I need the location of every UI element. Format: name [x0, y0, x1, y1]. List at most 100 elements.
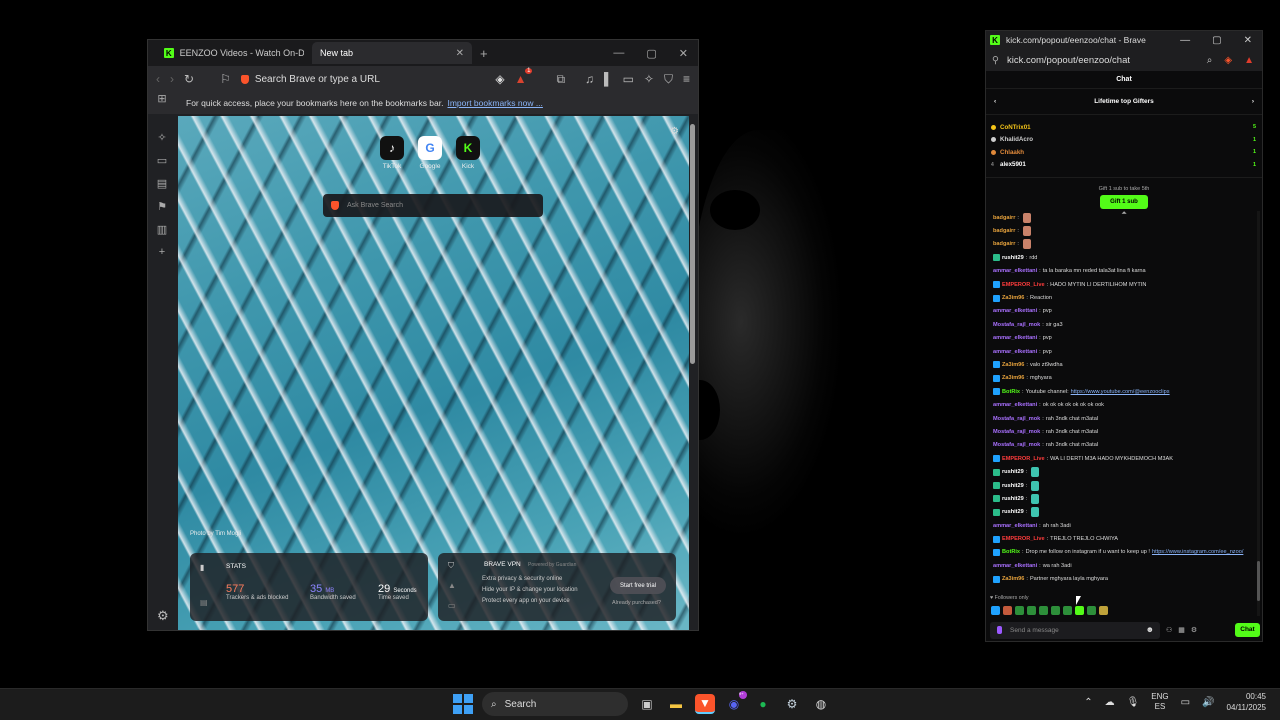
chat-username[interactable]: badgairr — [993, 215, 1015, 221]
leo-sidebar-icon[interactable]: ✧ — [157, 131, 166, 144]
start-trial-button[interactable]: Start free trial — [610, 577, 666, 594]
chat-username[interactable]: badgairr — [993, 228, 1015, 234]
close-icon[interactable]: ✕ — [679, 47, 688, 60]
chat-username[interactable]: rushit29 — [1002, 509, 1024, 515]
scrollbar[interactable] — [690, 118, 695, 628]
site-settings-icon[interactable]: ⚲ — [992, 55, 999, 66]
chat-username[interactable]: BotRix — [1002, 389, 1020, 395]
clock[interactable]: 00:45 04/11/2025 — [1227, 691, 1266, 713]
emoji-icon[interactable]: ☻ — [1146, 625, 1154, 634]
chat-username[interactable]: Za3im96 — [1002, 295, 1024, 301]
ntp-search-box[interactable]: Ask Brave Search — [323, 194, 543, 217]
chat-username[interactable]: badgairr — [993, 241, 1015, 247]
start-button[interactable] — [453, 694, 473, 714]
chat-username[interactable]: rushit29 — [1002, 483, 1024, 489]
bookmark-icon[interactable]: ⚐ — [220, 72, 231, 86]
emote-icon[interactable] — [1075, 606, 1084, 615]
gifter-name[interactable]: CoNTrix01 — [1000, 124, 1031, 131]
chat-send-button[interactable]: Chat — [1235, 623, 1260, 637]
volume-icon[interactable]: 🔊 — [1202, 697, 1214, 708]
maximize-icon[interactable]: ▢ — [1212, 35, 1221, 46]
chat-settings-icon[interactable]: ⚙ — [1191, 626, 1197, 634]
shortcut-tiktok[interactable]: ♪ TikTok — [380, 136, 404, 170]
language-indicator[interactable]: ENG ES — [1151, 692, 1168, 712]
customize-icon[interactable]: ⚙ — [670, 126, 679, 137]
chat-scrollbar[interactable] — [1257, 211, 1260, 616]
steam-icon[interactable]: ⚙ — [782, 694, 802, 714]
close-tab-icon[interactable]: ✕ — [456, 48, 464, 59]
wallet-sidebar-icon[interactable]: ▤ — [157, 177, 167, 190]
chat-username[interactable]: Mostafa_rajl_mok — [993, 429, 1040, 435]
file-explorer-icon[interactable]: ▬ — [666, 694, 686, 714]
brave-rewards-icon[interactable]: ▲ — [1244, 55, 1254, 66]
emote-icon[interactable] — [991, 606, 1000, 615]
emote-icon[interactable] — [1039, 606, 1048, 615]
gifter-name[interactable]: alex5901 — [1000, 161, 1026, 168]
shortcut-kick[interactable]: K Kick — [456, 136, 480, 170]
gifter-name[interactable]: KhalidAcro — [1000, 136, 1033, 143]
emote-icon[interactable] — [1099, 606, 1108, 615]
settings-icon[interactable]: ⚙ — [157, 608, 169, 624]
wallet-icon[interactable]: ▭ — [623, 72, 634, 86]
chat-username[interactable]: ammar_elkettani — [993, 523, 1037, 529]
chat-username[interactable]: rushit29 — [1002, 496, 1024, 502]
brave-shields-icon[interactable]: ◈ — [495, 72, 504, 86]
chat-username[interactable]: Za3im96 — [1002, 362, 1024, 368]
chat-username[interactable]: ammar_elkettani — [993, 563, 1037, 569]
reload-icon[interactable]: ↻ — [184, 72, 194, 86]
bookmarks-sidebar-icon[interactable]: ⚑ — [157, 200, 167, 213]
apps-grid-icon[interactable]: ⊞ — [157, 92, 166, 105]
emote-icon[interactable] — [1027, 606, 1036, 615]
vpn-icon[interactable]: ⛉ — [664, 72, 673, 87]
zoom-search-icon[interactable]: ⌕ — [1207, 55, 1213, 66]
media-icon[interactable]: ♫ — [585, 72, 594, 86]
chat-username[interactable]: ammar_elkettani — [993, 308, 1037, 314]
chat-username[interactable]: BotRix — [1002, 549, 1020, 555]
chat-username[interactable]: Za3im96 — [1002, 375, 1024, 381]
already-purchased-link[interactable]: Already purchased? — [612, 600, 661, 606]
network-icon[interactable]: ▭ — [1181, 697, 1190, 708]
add-sidebar-icon[interactable]: + — [159, 246, 165, 258]
menu-icon[interactable]: ≡ — [683, 72, 690, 86]
onedrive-icon[interactable]: ☁ — [1105, 697, 1115, 708]
chat-username[interactable]: EMPEROR_Live — [1002, 456, 1045, 462]
discord-icon[interactable]: ◉ 9+ — [724, 691, 747, 714]
next-arrow-icon[interactable]: › — [1252, 98, 1254, 105]
shortcut-google[interactable]: G Google — [418, 136, 442, 170]
import-bookmarks-link[interactable]: Import bookmarks now ... — [447, 98, 542, 108]
chat-link[interactable]: https://www.youtube.com/@eenzooclips — [1071, 389, 1170, 395]
maximize-icon[interactable]: ▢ — [646, 47, 656, 60]
chat-username[interactable]: ammar_elkettani — [993, 402, 1037, 408]
address-bar[interactable]: ⚲ kick.com/popout/eenzoo/chat ⌕ ◈ ▲ — [986, 49, 1262, 71]
chat-username[interactable]: ammar_elkettani — [993, 268, 1037, 274]
scrollbar-thumb[interactable] — [1257, 561, 1260, 601]
forward-icon[interactable]: › — [170, 72, 174, 86]
microphone-icon[interactable]: 🎙 — [1127, 697, 1140, 708]
send-message-input[interactable]: Send a message ☻ — [990, 621, 1160, 639]
tab-new-tab[interactable]: New tab ✕ — [312, 42, 472, 64]
reading-list-icon[interactable]: ▥ — [157, 223, 167, 236]
new-tab-icon[interactable]: + — [480, 46, 488, 61]
ai-icon[interactable]: ✧ — [644, 72, 654, 86]
chat-username[interactable]: EMPEROR_Live — [1002, 282, 1045, 288]
gift-sub-button[interactable]: Gift 1 sub — [1100, 195, 1148, 209]
chat-username[interactable]: rushit29 — [1002, 255, 1024, 261]
emote-icon[interactable] — [1063, 606, 1072, 615]
tab-eenzoo-videos[interactable]: K EENZOO Videos - Watch On-Demand — [156, 42, 312, 64]
brave-shields-icon[interactable]: ◈ — [1224, 55, 1232, 66]
app-icon[interactable]: ◍ — [811, 694, 831, 714]
chat-link[interactable]: https://www.instagram.com/ee_nzoo/ — [1152, 549, 1243, 555]
gifter-name[interactable]: Chlaakh — [1000, 149, 1024, 156]
emote-icon[interactable] — [1087, 606, 1096, 615]
emote-icon[interactable] — [1051, 606, 1060, 615]
address-bar[interactable]: Search Brave or type a URL — [240, 69, 486, 89]
prev-arrow-icon[interactable]: ‹ — [994, 98, 996, 105]
sidebar-icon[interactable]: ▌ — [604, 72, 613, 86]
chat-username[interactable]: ammar_elkettani — [993, 335, 1037, 341]
photo-credit[interactable]: Photo by Tim Mogli — [190, 531, 241, 537]
chat-username[interactable]: Mostafa_rajl_mok — [993, 322, 1040, 328]
tray-chevron-icon[interactable]: ⌃ — [1084, 697, 1092, 708]
chat-username[interactable]: ammar_elkettani — [993, 349, 1037, 355]
leo-icon[interactable]: ⧉ — [556, 72, 565, 87]
chat-username[interactable]: EMPEROR_Live — [1002, 536, 1045, 542]
